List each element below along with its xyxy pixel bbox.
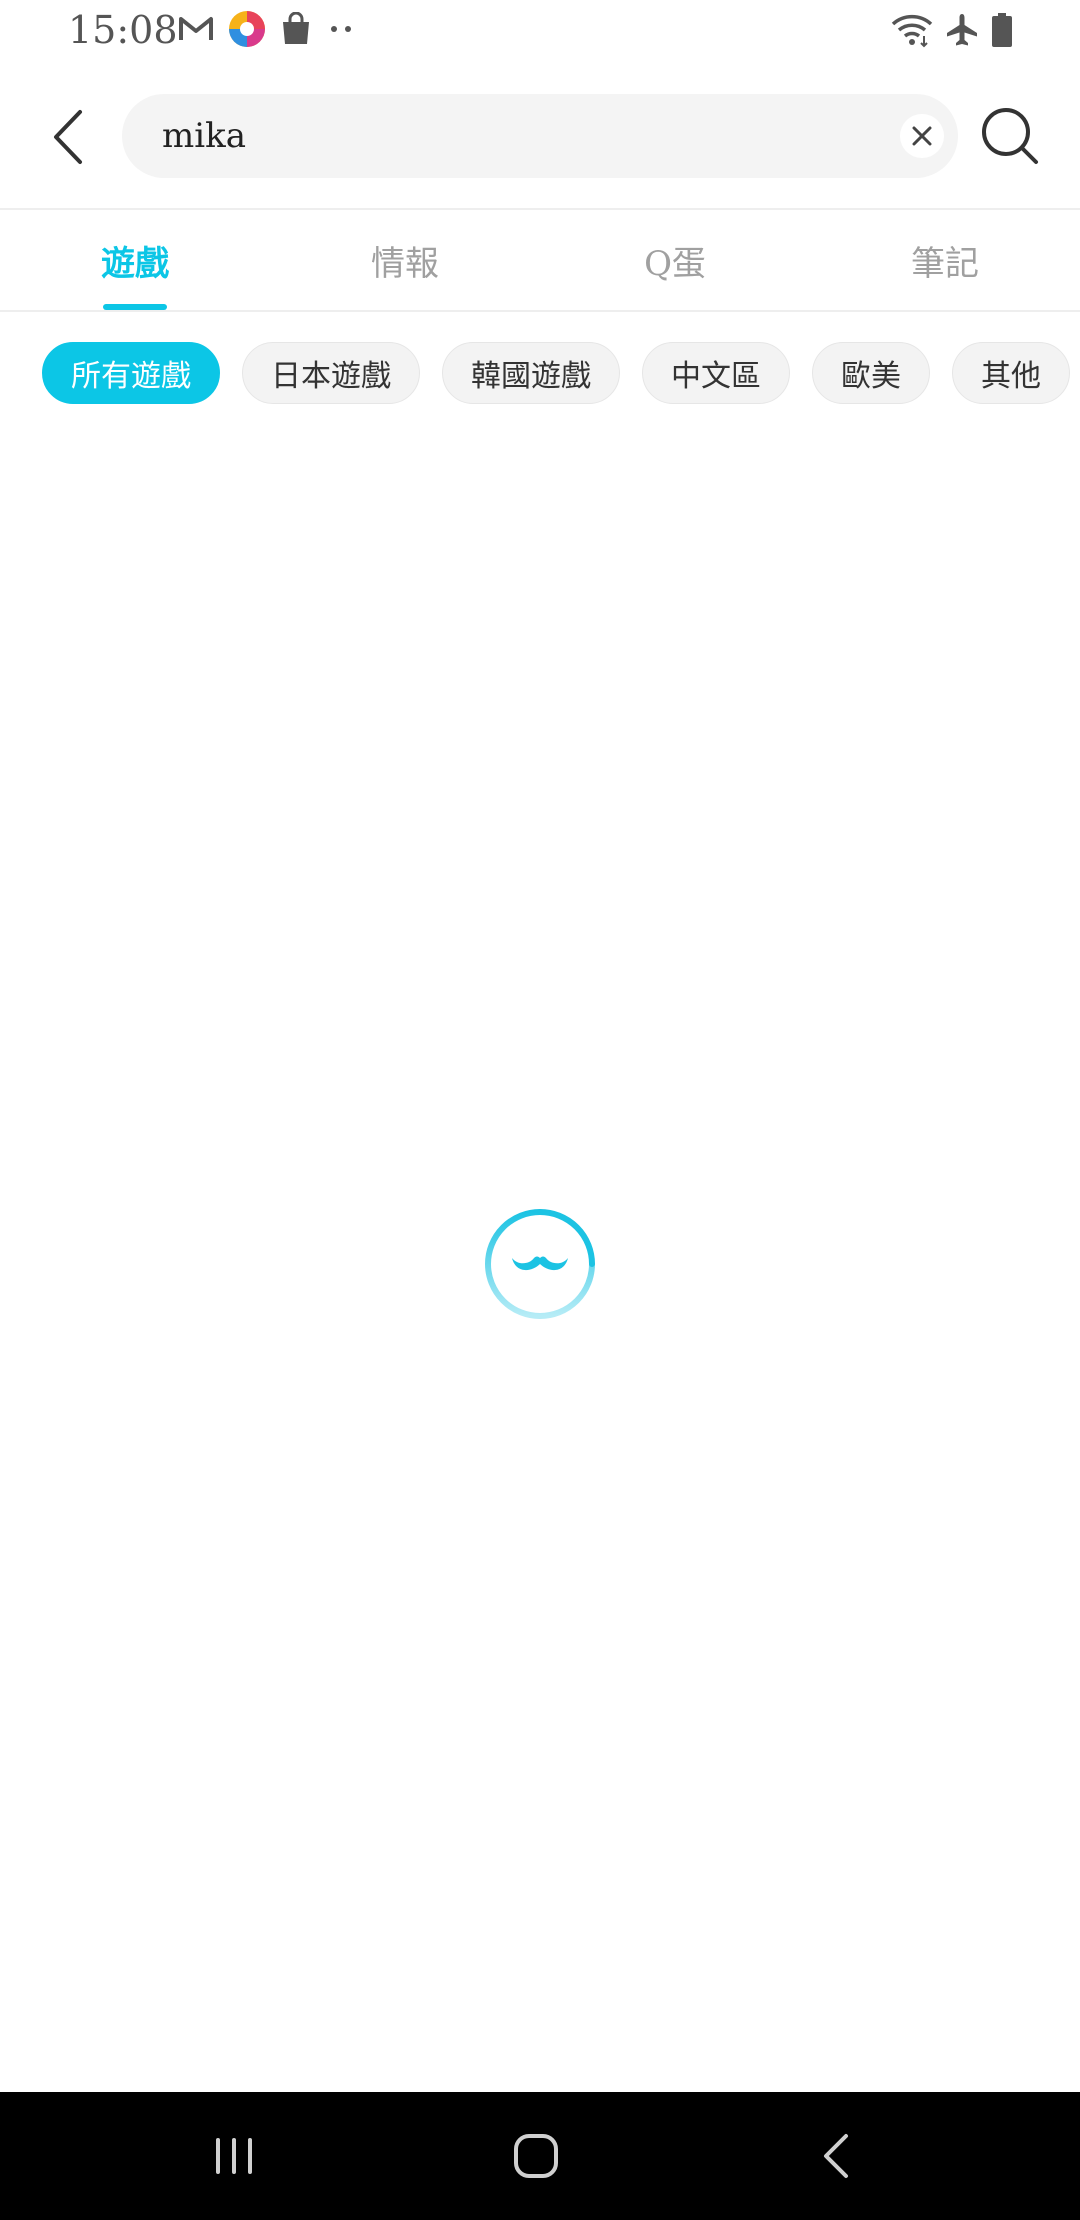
screen: 15:08 mika 遊戲 情報 Q蛋 筆記 所有遊戲 日本遊戲 韓國遊戲 中文…: [0, 0, 1080, 2220]
battery-icon: [992, 13, 1012, 47]
active-tab-indicator: [103, 304, 167, 310]
mustache-loading-spinner-icon: [485, 1209, 595, 1319]
colorful-app-icon: [229, 11, 265, 47]
close-icon: [912, 126, 932, 146]
search-input[interactable]: [162, 94, 862, 178]
back-arrow-icon[interactable]: [46, 106, 90, 168]
clear-search-button[interactable]: [900, 114, 944, 158]
wifi-icon: [891, 14, 933, 48]
recent-apps-icon[interactable]: [204, 2126, 264, 2186]
chip-all-games[interactable]: 所有遊戲: [42, 342, 220, 404]
tab-label: 筆記: [911, 243, 979, 284]
tab-q-egg[interactable]: Q蛋: [540, 210, 810, 310]
shopping-bag-icon: [283, 12, 309, 44]
status-time: 15:08: [68, 8, 178, 52]
tab-label: Q蛋: [644, 243, 706, 284]
chip-chinese-region[interactable]: 中文區: [642, 342, 790, 404]
airplane-icon: [947, 14, 977, 46]
search-category-tabs: 遊戲 情報 Q蛋 筆記: [0, 210, 1080, 312]
status-notification-icons: [178, 10, 356, 48]
tab-label: 遊戲: [101, 243, 169, 284]
system-navigation-bar: [0, 2092, 1080, 2220]
gmail-icon: [179, 17, 213, 40]
chip-korean-games[interactable]: 韓國遊戲: [442, 342, 620, 404]
more-dots-icon: [331, 26, 351, 32]
tab-notes[interactable]: 筆記: [810, 210, 1080, 310]
chip-other[interactable]: 其他: [952, 342, 1070, 404]
status-system-icons: [890, 12, 1014, 48]
chip-western[interactable]: 歐美: [812, 342, 930, 404]
tab-news[interactable]: 情報: [270, 210, 540, 310]
back-nav-icon[interactable]: [808, 2126, 868, 2186]
home-icon[interactable]: [506, 2126, 566, 2186]
tab-label: 情報: [371, 243, 439, 284]
status-bar: 15:08: [0, 0, 1080, 62]
region-filter-chips: 所有遊戲 日本遊戲 韓國遊戲 中文區 歐美 其他: [42, 342, 1070, 404]
tab-games[interactable]: 遊戲: [0, 210, 270, 310]
chip-japanese-games[interactable]: 日本遊戲: [242, 342, 420, 404]
search-box[interactable]: [122, 94, 958, 178]
search-header: [0, 62, 1080, 210]
search-icon[interactable]: [980, 106, 1040, 166]
